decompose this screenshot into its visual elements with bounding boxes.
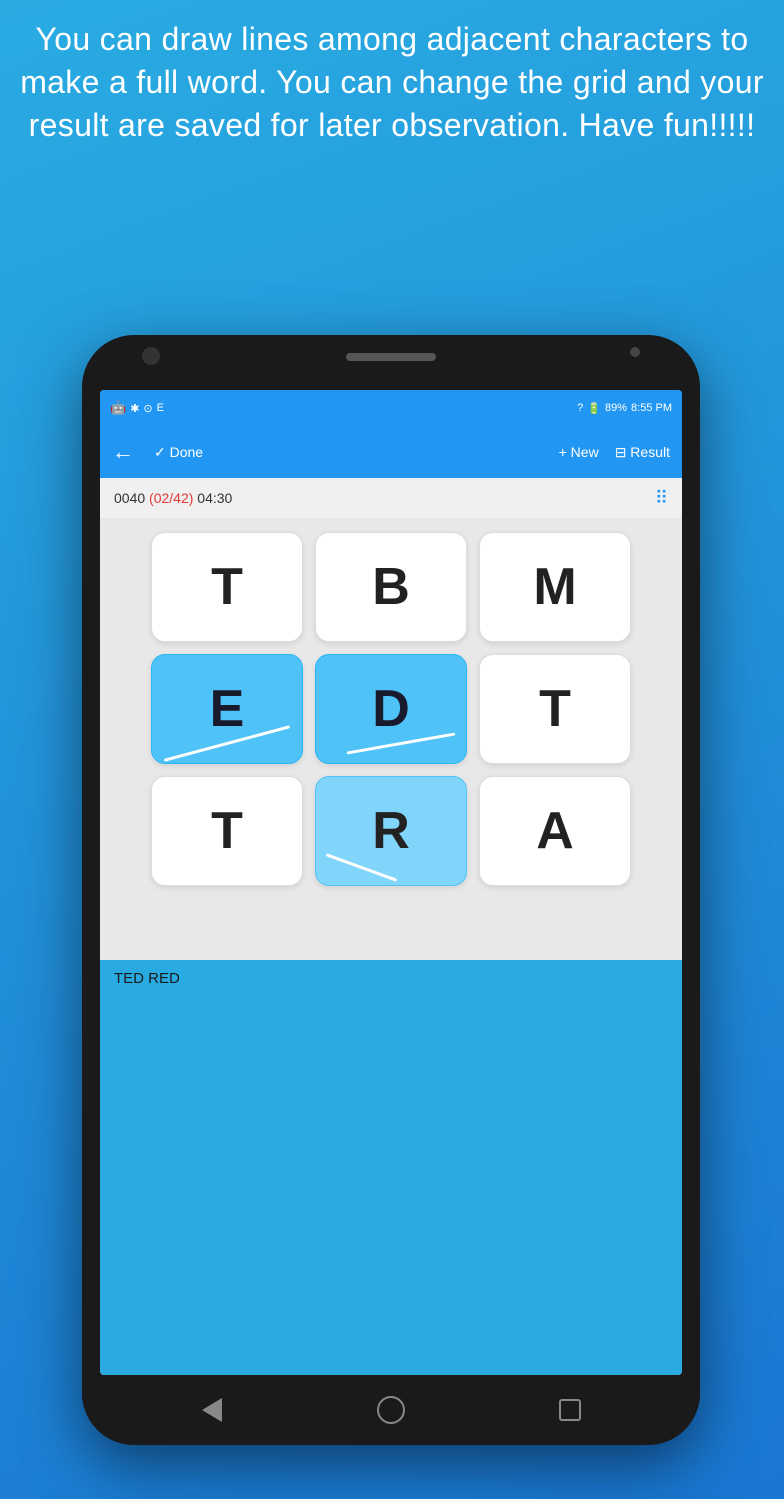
cell-1-2[interactable]: T: [479, 654, 631, 764]
cell-letter-B: B: [372, 557, 410, 617]
phone-frame: 🤖 ✱ ⊙ E ? 🔋 89% 8:55 PM ← ✓ Done + New ⊟…: [82, 335, 700, 1445]
done-button[interactable]: ✓ Done: [154, 444, 203, 461]
battery-icon: 🔋: [587, 402, 601, 415]
grid-row-1: T B M: [116, 532, 666, 642]
cell-letter-T1: T: [211, 557, 243, 617]
android-icon: 🤖: [110, 400, 126, 416]
status-left: 🤖 ✱ ⊙ E: [110, 400, 164, 416]
nav-home-button[interactable]: [373, 1392, 409, 1428]
nav-back-button[interactable]: [194, 1392, 230, 1428]
cell-2-2[interactable]: A: [479, 776, 631, 886]
phone-sensor: [630, 347, 640, 357]
cell-letter-M: M: [533, 557, 576, 617]
header-description: You can draw lines among adjacent charac…: [20, 18, 764, 148]
cell-1-0[interactable]: E: [151, 654, 303, 764]
nav-recent-button[interactable]: [552, 1392, 588, 1428]
app-toolbar: ← ✓ Done + New ⊟ Result: [100, 426, 682, 478]
puzzle-number: 0040: [114, 490, 145, 506]
cell-letter-R: R: [372, 801, 410, 861]
phone-speaker: [142, 347, 160, 365]
cell-0-1[interactable]: B: [315, 532, 467, 642]
cell-0-2[interactable]: M: [479, 532, 631, 642]
signal-icon: E: [157, 402, 164, 414]
back-nav-icon: [202, 1398, 222, 1422]
grid-settings-icon[interactable]: ⠿: [655, 488, 668, 509]
lock-icon: ?: [577, 402, 583, 414]
game-grid-area: T B M E D T: [100, 518, 682, 912]
result-button[interactable]: ⊟ Result: [615, 444, 670, 461]
timer-display: 04:30: [197, 490, 232, 506]
status-right: ? 🔋 89% 8:55 PM: [577, 402, 672, 415]
cell-2-1[interactable]: R: [315, 776, 467, 886]
cell-letter-T2: T: [539, 679, 571, 739]
cell-letter-E: E: [210, 679, 245, 739]
cell-letter-A: A: [536, 801, 574, 861]
cell-1-1[interactable]: D: [315, 654, 467, 764]
words-found-area: TED RED: [100, 960, 682, 1375]
progress-indicator: (02/42): [149, 490, 193, 506]
info-bar: 0040 (02/42) 04:30 ⠿: [100, 478, 682, 518]
found-words-list: TED RED: [114, 970, 180, 987]
phone-screen: 🤖 ✱ ⊙ E ? 🔋 89% 8:55 PM ← ✓ Done + New ⊟…: [100, 390, 682, 1375]
grid-row-2: E D T: [116, 654, 666, 764]
recent-nav-icon: [559, 1399, 581, 1421]
phone-camera: [346, 353, 436, 361]
home-nav-icon: [377, 1396, 405, 1424]
cell-0-0[interactable]: T: [151, 532, 303, 642]
time-display: 8:55 PM: [631, 402, 672, 414]
new-button[interactable]: + New: [559, 444, 599, 460]
cell-letter-D: D: [372, 679, 410, 739]
alarm-icon: ⊙: [143, 402, 152, 415]
cell-letter-T3: T: [211, 801, 243, 861]
phone-bottom-nav: [82, 1375, 700, 1445]
grid-row-3: T R A: [116, 776, 666, 886]
bluetooth-icon: ✱: [130, 402, 139, 415]
back-button[interactable]: ←: [112, 439, 134, 465]
status-bar: 🤖 ✱ ⊙ E ? 🔋 89% 8:55 PM: [100, 390, 682, 426]
battery-percent: 89%: [605, 402, 627, 414]
cell-2-0[interactable]: T: [151, 776, 303, 886]
